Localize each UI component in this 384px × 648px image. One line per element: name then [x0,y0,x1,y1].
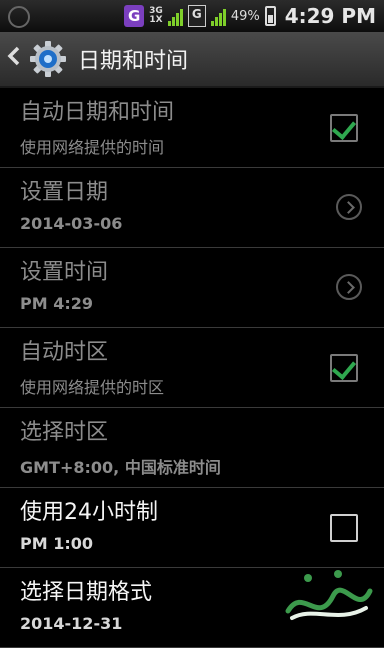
gmail-icon: G [124,5,145,27]
signal-bars-icon [167,6,183,26]
row-summary: 使用网络提供的时间 [20,138,165,157]
network-1x-label: 1X [149,15,163,25]
row-summary: GMT+8:00, 中国标准时间 [20,458,221,477]
row-title: 选择时区 [20,420,109,445]
back-button[interactable] [0,45,28,73]
g-network-icon: G [187,5,206,27]
notification-icon [8,6,30,28]
watermark-logo [285,570,373,620]
row-summary: PM 4:29 [20,294,94,313]
signal-bars-icon-2 [210,6,226,26]
page-title: 日期和时间 [78,49,189,74]
row-title: 设置时间 [20,260,109,285]
row-title: 使用24小时制 [20,500,158,525]
row-set-date[interactable]: 设置日期 2014-03-06 [0,168,384,248]
row-auto-date-time[interactable]: 自动日期和时间 使用网络提供的时间 [0,88,384,168]
row-summary: PM 1:00 [20,534,94,553]
row-select-timezone[interactable]: 选择时区 GMT+8:00, 中国标准时间 [0,408,384,488]
settings-gear-icon [28,39,68,79]
row-summary: 2014-12-31 [20,614,123,633]
battery-percent: 49% [230,8,260,24]
chevron-right-icon [336,274,362,300]
row-title: 选择日期格式 [20,580,153,605]
auto-timezone-checkbox[interactable] [330,354,358,382]
row-auto-timezone[interactable]: 自动时区 使用网络提供的时区 [0,328,384,408]
row-summary: 2014-03-06 [20,214,123,233]
row-title: 自动时区 [20,340,109,365]
row-title: 设置日期 [20,180,109,205]
battery-icon [264,6,276,26]
auto-date-time-checkbox[interactable] [330,114,358,142]
status-bar: G 3G 1X G 49% 4:29 PM [0,0,384,32]
row-title: 自动日期和时间 [20,100,175,125]
24-hour-checkbox[interactable] [330,514,358,542]
status-clock: 4:29 PM [284,4,376,28]
chevron-left-icon [7,46,20,66]
action-bar: 日期和时间 [0,32,384,88]
network-indicator: 3G 1X [149,7,163,25]
chevron-right-icon [336,194,362,220]
row-set-time[interactable]: 设置时间 PM 4:29 [0,248,384,328]
row-summary: 使用网络提供的时区 [20,378,165,397]
